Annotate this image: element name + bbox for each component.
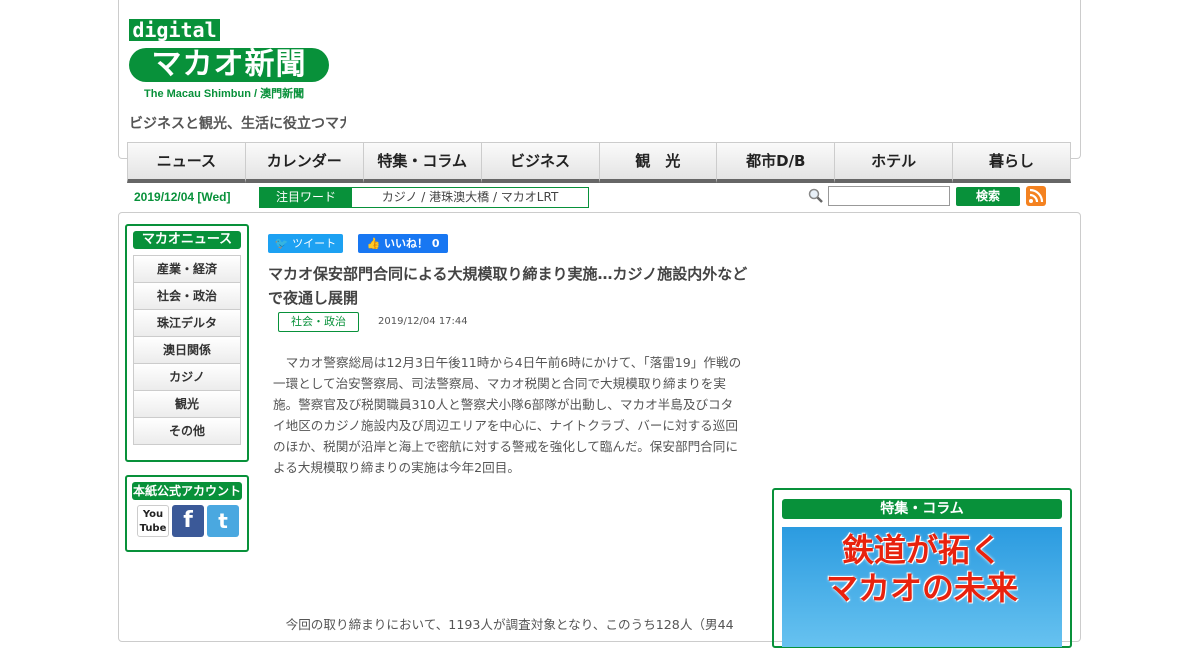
sidebar-item-pearl-delta[interactable]: 珠江デルタ: [134, 310, 240, 337]
nav-news[interactable]: ニュース: [127, 142, 245, 183]
article-title: マカオ保安部門合同による大規模取り締まり実施…カジノ施設内外などで夜通し展開: [268, 265, 748, 307]
current-date: 2019/12/04 [Wed]: [134, 190, 231, 204]
nav-living[interactable]: 暮らし: [952, 142, 1071, 183]
nav-city-db[interactable]: 都市D/B: [716, 142, 835, 183]
feature-banner-line-1: 鉄道が拓く: [841, 531, 1002, 569]
nav-tourism[interactable]: 観 光: [598, 142, 717, 183]
sidebar-item-tourism[interactable]: 観光: [134, 391, 240, 418]
social-accounts-panel: 本紙公式アカウント You Tube f t: [125, 475, 249, 552]
sidebar-item-society[interactable]: 社会・政治: [134, 283, 240, 310]
tweet-button[interactable]: 🐦 ツイート: [268, 234, 343, 253]
sidebar-item-casino[interactable]: カジノ: [134, 364, 240, 391]
nav-features[interactable]: 特集・コラム: [362, 142, 481, 183]
feature-column-panel: 特集・コラム 鉄道が拓く マカオの未来: [772, 488, 1072, 648]
news-category-title: マカオニュース: [133, 231, 241, 249]
feature-banner-image[interactable]: 鉄道が拓く マカオの未来: [782, 527, 1062, 647]
sidebar-item-other[interactable]: その他: [134, 418, 240, 444]
tagline: ビジネスと観光、生活に役立つマカオ: [129, 116, 346, 132]
feature-banner-line-2: マカオの未来: [825, 569, 1018, 607]
feature-column-title: 特集・コラム: [782, 499, 1062, 519]
search-icon: [808, 188, 823, 203]
nav-business[interactable]: ビジネス: [480, 142, 599, 183]
search-input[interactable]: [828, 186, 950, 206]
youtube-icon[interactable]: You Tube: [137, 505, 169, 537]
nav-hotel[interactable]: ホテル: [834, 142, 953, 183]
sidebar-item-macau-japan[interactable]: 澳日関係: [134, 337, 240, 364]
article-paragraph-2: 今回の取り締まりにおいて、1193人が調査対象となり、このうち128人（男44: [285, 617, 734, 632]
facebook-icon[interactable]: f: [172, 505, 204, 537]
search-button[interactable]: 検索: [956, 187, 1020, 206]
article-category-tag[interactable]: 社会・政治: [278, 312, 359, 332]
nav-calendar[interactable]: カレンダー: [244, 142, 363, 183]
logo-digital[interactable]: digital: [129, 19, 220, 41]
social-accounts-title: 本紙公式アカウント: [132, 482, 242, 500]
article-paragraph-1: マカオ警察総局は12月3日午後11時から4日午前6時にかけて、「落雷19」作戦の…: [273, 355, 742, 475]
news-category-menu: 産業・経済 社会・政治 珠江デルタ 澳日関係 カジノ 観光 その他: [133, 255, 241, 445]
twitter-icon[interactable]: t: [207, 505, 239, 537]
hot-words-label: 注目ワード: [260, 188, 352, 207]
rss-icon[interactable]: [1026, 186, 1046, 206]
news-category-panel: マカオニュース 産業・経済 社会・政治 珠江デルタ 澳日関係 カジノ 観光 その…: [125, 224, 249, 462]
logo-main[interactable]: マカオ新聞: [129, 48, 329, 82]
logo-subtitle: The Macau Shimbun / 澳門新聞: [144, 88, 305, 100]
article-timestamp: 2019/12/04 17:44: [378, 316, 468, 327]
sidebar-item-economy[interactable]: 産業・経済: [134, 256, 240, 283]
hot-words-bar: 注目ワード カジノ / 港珠澳大橋 / マカオLRT: [259, 187, 589, 208]
hot-words-links[interactable]: カジノ / 港珠澳大橋 / マカオLRT: [352, 188, 588, 207]
main-nav: ニュース カレンダー 特集・コラム ビジネス 観 光 都市D/B ホテル 暮らし: [127, 142, 1071, 183]
like-button[interactable]: 👍 いいね！ 0: [358, 234, 448, 253]
